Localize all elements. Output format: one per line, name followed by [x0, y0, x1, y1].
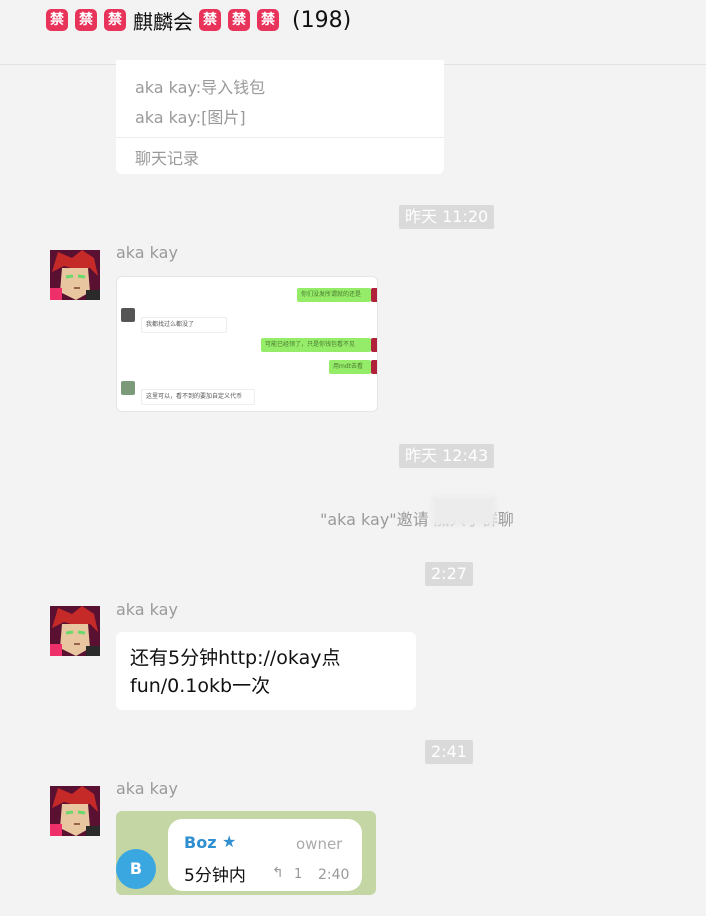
group-title[interactable]: 禁 禁 禁 麒麟会 禁 禁 禁 (198): [46, 7, 352, 34]
mini-avatar: [121, 308, 135, 322]
mini-avatar: [121, 381, 135, 395]
image-message[interactable]: B Boz ★ owner 5分钟内 ↰ 1 2:40: [116, 811, 376, 895]
timestamp: 昨天 11:20: [399, 205, 495, 229]
image-message[interactable]: 你们没发所谓就的还是 我都找过么都没了 可能已经领了，只是你钱包看不见 用mdt…: [116, 276, 378, 412]
redacted-name: [432, 496, 496, 526]
mini-bubble: 我都找过么都没了: [141, 317, 227, 333]
mini-bubble: 这里可以，看不到的要加自定义代币: [141, 389, 255, 405]
message-text: 还有5分钟http://okay点fun/0.1okb一次: [130, 647, 341, 697]
ban-badge-icon: 禁: [199, 9, 221, 31]
card-divider: [116, 137, 444, 138]
mini-bubble: 你们没发所谓就的还是: [297, 288, 371, 302]
mini-avatar: [371, 288, 377, 302]
ban-badge-icon: 禁: [228, 9, 250, 31]
sender-name: aka kay: [116, 600, 178, 619]
ban-badge-icon: 禁: [104, 9, 126, 31]
text-message[interactable]: 还有5分钟http://okay点fun/0.1okb一次: [116, 632, 416, 710]
timestamp: 2:41: [425, 740, 473, 764]
ban-badge-icon: 禁: [46, 9, 68, 31]
avatar[interactable]: [50, 786, 100, 836]
tg-message-text: 5分钟内: [184, 866, 246, 886]
tg-time: 2:40: [318, 867, 350, 883]
tg-role: owner: [296, 835, 343, 853]
mini-bubble: 用mdt去看: [329, 360, 371, 374]
mini-avatar: [371, 338, 377, 352]
ban-badge-icon: 禁: [75, 9, 97, 31]
tg-sender-name: Boz: [184, 833, 217, 852]
timestamp: 2:27: [425, 562, 473, 586]
forwarded-chat-card[interactable]: aka kay:导入钱包 aka kay:[图片] 聊天记录: [116, 60, 444, 174]
member-count: (198): [292, 7, 352, 33]
avatar[interactable]: [50, 250, 100, 300]
mini-bubble: 可能已经领了，只是你钱包看不见: [261, 338, 371, 352]
mini-avatar: [371, 360, 377, 374]
sender-name: aka kay: [116, 779, 178, 798]
tg-message-card: Boz ★ owner 5分钟内 ↰ 1 2:40: [168, 819, 362, 891]
star-icon: ★: [222, 832, 237, 851]
tg-reply-count: 1: [294, 867, 303, 882]
card-line: aka kay:[图片]: [135, 108, 246, 127]
ban-badge-icon: 禁: [257, 9, 279, 31]
card-footer: 聊天记录: [135, 149, 200, 168]
avatar[interactable]: [50, 606, 100, 656]
reply-icon: ↰: [272, 865, 284, 881]
card-line: aka kay:导入钱包: [135, 78, 266, 97]
group-name: 麒麟会: [133, 9, 193, 34]
timestamp: 昨天 12:43: [399, 444, 495, 468]
sender-name: aka kay: [116, 243, 178, 262]
chat-header: 禁 禁 禁 麒麟会 禁 禁 禁 (198): [0, 0, 706, 65]
tg-avatar: B: [116, 849, 156, 889]
